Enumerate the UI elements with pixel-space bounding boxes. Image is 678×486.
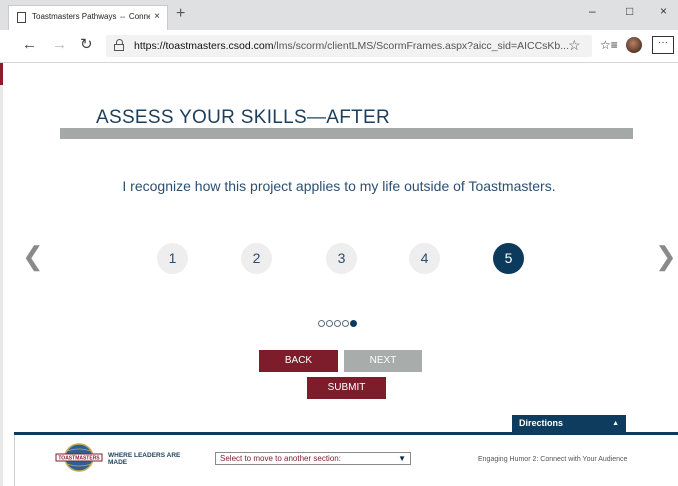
back-button[interactable]: BACK bbox=[259, 350, 338, 372]
logo-text: TOASTMASTERS bbox=[58, 456, 100, 462]
url-text: https://toastmasters.csod.com/lms/scorm/… bbox=[134, 40, 569, 52]
tab-bar: Toastmasters Pathways ⇔ Connec × + – □ × bbox=[0, 0, 678, 30]
slide-title: ASSESS YOUR SKILLS—AFTER bbox=[96, 107, 391, 128]
assessment-question: I recognize how this project applies to … bbox=[122, 178, 556, 194]
favorite-star-icon[interactable]: ☆ bbox=[568, 37, 581, 54]
progress-dot-4 bbox=[342, 320, 349, 327]
toastmasters-logo: TOASTMASTERS bbox=[55, 443, 103, 472]
address-bar-row: ← → ↻ https://toastmasters.csod.com/lms/… bbox=[0, 30, 678, 63]
directions-toggle[interactable]: Directions ▲ bbox=[512, 415, 626, 432]
title-underline bbox=[60, 128, 633, 139]
progress-dot-3 bbox=[334, 320, 341, 327]
rating-option-1[interactable]: 1 bbox=[157, 243, 188, 274]
lock-icon bbox=[114, 39, 124, 52]
caret-up-icon: ▲ bbox=[612, 420, 619, 427]
url-path: /lms/scorm/clientLMS/ScormFrames.aspx?ai… bbox=[273, 40, 570, 52]
profile-avatar[interactable] bbox=[626, 37, 642, 53]
directions-label: Directions bbox=[519, 418, 564, 428]
new-tab-button[interactable]: + bbox=[176, 6, 185, 22]
window-close-button[interactable]: × bbox=[660, 4, 667, 18]
page-icon bbox=[17, 12, 26, 23]
previous-arrow-icon[interactable]: ❮ bbox=[22, 241, 44, 271]
section-select[interactable]: Select to move to another section: ▼ bbox=[215, 452, 411, 465]
left-frame-accent bbox=[0, 63, 3, 85]
minimize-button[interactable]: – bbox=[589, 4, 596, 18]
progress-dots bbox=[318, 320, 358, 329]
tagline: WHERE LEADERS ARE MADE bbox=[108, 452, 181, 466]
progress-dot-5 bbox=[350, 320, 357, 327]
rating-option-4[interactable]: 4 bbox=[409, 243, 440, 274]
submit-button[interactable]: SUBMIT bbox=[307, 377, 386, 399]
progress-dot-1 bbox=[318, 320, 325, 327]
progress-dot-2 bbox=[326, 320, 333, 327]
dropdown-caret-icon: ▼ bbox=[398, 454, 406, 463]
refresh-icon[interactable]: ↻ bbox=[80, 37, 93, 53]
rating-option-5[interactable]: 5 bbox=[493, 243, 524, 274]
url-field[interactable]: https://toastmasters.csod.com/lms/scorm/… bbox=[106, 35, 592, 57]
maximize-button[interactable]: □ bbox=[626, 4, 633, 18]
tab-title: Toastmasters Pathways ⇔ Connec bbox=[32, 12, 150, 21]
forward-arrow-icon[interactable]: → bbox=[52, 37, 67, 53]
rating-option-3[interactable]: 3 bbox=[326, 243, 357, 274]
more-menu-button[interactable]: ··· bbox=[652, 36, 674, 54]
favorites-icon[interactable]: ☆≡ bbox=[600, 38, 618, 52]
left-frame-strip bbox=[0, 63, 3, 486]
browser-tab[interactable]: Toastmasters Pathways ⇔ Connec × bbox=[8, 5, 168, 30]
url-domain: https://toastmasters.csod.com bbox=[134, 40, 274, 52]
rating-option-2[interactable]: 2 bbox=[241, 243, 272, 274]
next-button[interactable]: NEXT bbox=[344, 350, 422, 372]
section-select-value: Select to move to another section: bbox=[220, 454, 341, 463]
tab-close-button[interactable]: × bbox=[154, 11, 160, 22]
back-arrow-icon[interactable]: ← bbox=[22, 37, 37, 53]
course-title: Engaging Humor 2: Connect with Your Audi… bbox=[478, 456, 628, 463]
next-arrow-icon[interactable]: ❯ bbox=[655, 241, 677, 271]
